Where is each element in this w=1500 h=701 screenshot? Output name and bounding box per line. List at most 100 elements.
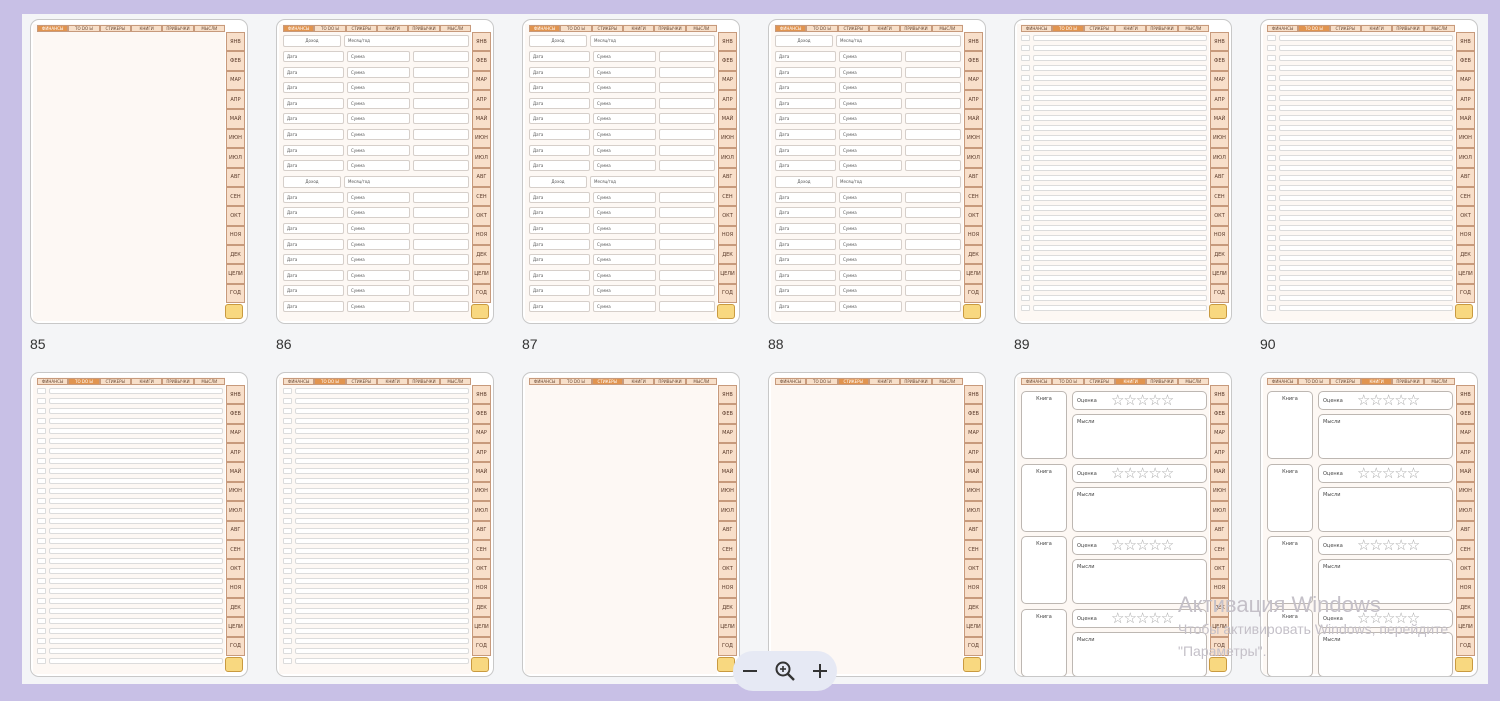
- month-tab[interactable]: ЯНВ: [226, 32, 245, 52]
- todo-checkbox[interactable]: [1021, 194, 1030, 202]
- amount-field[interactable]: [413, 160, 469, 172]
- todo-line[interactable]: [1279, 194, 1453, 202]
- todo-line[interactable]: [1033, 44, 1207, 52]
- month-tab[interactable]: ОКТ: [1210, 206, 1229, 226]
- month-tab[interactable]: ОКТ: [718, 206, 737, 226]
- thoughts-field[interactable]: Мысли: [1318, 414, 1453, 459]
- month-tab[interactable]: ИЮЛ: [1456, 148, 1475, 168]
- todo-line[interactable]: [1279, 224, 1453, 231]
- month-tab[interactable]: АВГ: [226, 520, 245, 540]
- todo-checkbox[interactable]: [1267, 84, 1276, 92]
- section-tab[interactable]: ФИНАНСЫ: [1267, 378, 1299, 385]
- amount-field[interactable]: [659, 66, 715, 78]
- todo-checkbox[interactable]: [1021, 284, 1030, 291]
- section-tab[interactable]: МЫСЛИ: [1423, 378, 1455, 385]
- month-tab[interactable]: СЕН: [472, 539, 491, 560]
- todo-line[interactable]: [1033, 294, 1207, 301]
- todo-checkbox[interactable]: [37, 388, 46, 395]
- section-tab[interactable]: СТИКЕРЫ: [591, 25, 623, 32]
- section-tab[interactable]: КНИГИ: [868, 25, 901, 32]
- section-tab[interactable]: ФИНАНСЫ: [37, 378, 69, 385]
- amount-field[interactable]: [659, 238, 715, 250]
- todo-line[interactable]: [295, 537, 469, 545]
- todo-line[interactable]: [1033, 254, 1207, 261]
- todo-line[interactable]: [295, 397, 469, 405]
- book-field[interactable]: Книга: [1021, 608, 1067, 676]
- month-tab[interactable]: ОКТ: [964, 559, 983, 579]
- todo-checkbox[interactable]: [1021, 254, 1030, 261]
- todo-checkbox[interactable]: [283, 507, 292, 515]
- todo-checkbox[interactable]: [37, 577, 46, 584]
- todo-line[interactable]: [1279, 294, 1453, 301]
- todo-checkbox[interactable]: [37, 487, 46, 495]
- todo-checkbox[interactable]: [37, 657, 46, 664]
- month-tab[interactable]: МАЙ: [718, 109, 737, 129]
- month-tab[interactable]: ФЕВ: [226, 51, 245, 71]
- amount-field[interactable]: [659, 97, 715, 109]
- todo-checkbox[interactable]: [1021, 174, 1030, 182]
- section-tab[interactable]: ПРИВЫЧКИ: [1146, 378, 1178, 385]
- todo-checkbox[interactable]: [283, 407, 292, 415]
- month-tab[interactable]: ДЕК: [1210, 244, 1229, 265]
- todo-line[interactable]: [295, 417, 469, 425]
- month-tab[interactable]: ЯНВ: [1456, 32, 1475, 52]
- todo-checkbox[interactable]: [1021, 144, 1030, 152]
- todo-line[interactable]: [295, 407, 469, 415]
- todo-checkbox[interactable]: [283, 517, 292, 525]
- month-tab[interactable]: ФЕВ: [718, 404, 737, 424]
- month-tab[interactable]: ГОД: [1456, 636, 1475, 657]
- todo-line[interactable]: [295, 517, 469, 525]
- month-tab[interactable]: НОЯ: [964, 578, 983, 598]
- amount-field[interactable]: [413, 300, 469, 312]
- book-field[interactable]: Книга: [1021, 536, 1067, 604]
- month-tab[interactable]: ДЕК: [226, 597, 245, 618]
- todo-checkbox[interactable]: [1267, 164, 1276, 172]
- todo-checkbox[interactable]: [37, 407, 46, 415]
- todo-line[interactable]: [1033, 134, 1207, 142]
- todo-checkbox[interactable]: [283, 417, 292, 425]
- month-tab[interactable]: ГОД: [226, 636, 245, 657]
- todo-line[interactable]: [1279, 104, 1453, 112]
- todo-line[interactable]: [1279, 254, 1453, 261]
- month-tab[interactable]: ДЕК: [964, 597, 983, 618]
- section-tab[interactable]: СТИКЕРЫ: [837, 378, 869, 385]
- amount-field[interactable]: [413, 82, 469, 94]
- amount-field[interactable]: [905, 207, 961, 219]
- todo-checkbox[interactable]: [283, 567, 292, 575]
- todo-line[interactable]: [1279, 244, 1453, 251]
- todo-checkbox[interactable]: [283, 627, 292, 634]
- section-tab[interactable]: ТО DO Ы: [1052, 25, 1084, 32]
- todo-checkbox[interactable]: [1021, 214, 1030, 222]
- section-tab[interactable]: ФИНАНСЫ: [775, 378, 807, 385]
- section-tab[interactable]: ТО DO Ы: [1298, 378, 1330, 385]
- amount-field[interactable]: [413, 254, 469, 266]
- todo-line[interactable]: [1279, 214, 1453, 222]
- month-tab[interactable]: АВГ: [718, 167, 737, 187]
- todo-checkbox[interactable]: [283, 457, 292, 465]
- section-tab[interactable]: ТО DO Ы: [1052, 378, 1084, 385]
- todo-line[interactable]: [295, 607, 469, 614]
- page-thumbnail[interactable]: ФИНАНСЫ ТО DO Ы СТИКЕРЫ КНИГИ ПРИВЫЧКИ МЫСЛИ Я…: [30, 19, 248, 324]
- amount-field[interactable]: [413, 66, 469, 78]
- month-tab[interactable]: МАЙ: [472, 462, 491, 482]
- month-tab[interactable]: ДЕК: [1456, 244, 1475, 265]
- todo-checkbox[interactable]: [283, 557, 292, 565]
- section-tab[interactable]: МЫСЛИ: [931, 378, 963, 385]
- todo-checkbox[interactable]: [1267, 35, 1276, 42]
- month-tab[interactable]: ИЮЛ: [718, 148, 737, 168]
- todo-line[interactable]: [49, 388, 223, 395]
- amount-field[interactable]: [659, 269, 715, 281]
- rating-stars[interactable]: ☆☆☆☆☆: [1357, 536, 1420, 555]
- section-tab[interactable]: ФИНАНСЫ: [1021, 25, 1053, 32]
- todo-line[interactable]: [1033, 84, 1207, 92]
- section-tab[interactable]: МЫСЛИ: [439, 25, 471, 32]
- todo-line[interactable]: [1033, 284, 1207, 291]
- amount-field[interactable]: [905, 191, 961, 203]
- book-field[interactable]: Книга: [1021, 391, 1067, 459]
- amount-field[interactable]: [413, 269, 469, 281]
- month-tab[interactable]: МАЙ: [964, 462, 983, 482]
- todo-checkbox[interactable]: [283, 397, 292, 405]
- month-tab[interactable]: ФЕВ: [1210, 404, 1229, 424]
- month-tab[interactable]: ЦЕЛИ: [472, 264, 491, 284]
- month-tab[interactable]: СЕН: [1456, 186, 1475, 207]
